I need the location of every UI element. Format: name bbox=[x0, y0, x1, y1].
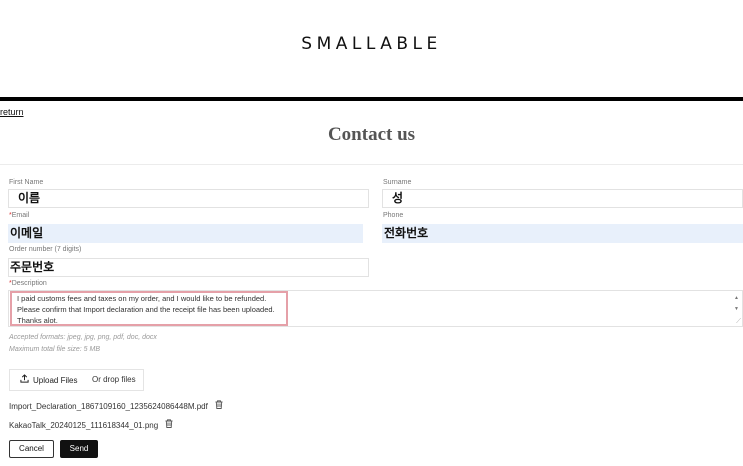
resize-handle-icon[interactable]: ⟋ bbox=[736, 318, 741, 326]
first-name-field[interactable]: 이름 bbox=[8, 189, 369, 208]
phone-field[interactable]: 전화번호 bbox=[382, 224, 743, 243]
description-text: I paid customs fees and taxes on my orde… bbox=[17, 294, 275, 325]
surname-field[interactable]: 성 bbox=[382, 189, 743, 208]
title-divider bbox=[0, 164, 743, 165]
upload-files-label: Upload Files bbox=[33, 376, 78, 385]
scroll-up-icon[interactable]: ▲ bbox=[734, 295, 739, 301]
email-label-text: Email bbox=[11, 212, 30, 219]
send-button[interactable]: Send bbox=[60, 440, 98, 458]
order-number-field[interactable]: 주문번호 bbox=[8, 258, 369, 277]
description-label: *Description bbox=[9, 280, 47, 287]
scroll-down-icon[interactable]: ▼ bbox=[734, 306, 739, 312]
return-link[interactable]: return bbox=[0, 107, 24, 117]
trash-icon[interactable] bbox=[165, 419, 173, 430]
description-label-text: Description bbox=[11, 280, 47, 287]
trash-icon[interactable] bbox=[215, 400, 223, 411]
upload-icon bbox=[20, 370, 29, 390]
page-title: Contact us bbox=[327, 124, 416, 145]
phone-label: Phone bbox=[383, 212, 404, 219]
brand-logo[interactable]: SMALLABLE bbox=[0, 34, 743, 54]
first-name-label: First Name bbox=[9, 179, 44, 186]
email-field[interactable]: 이메일 bbox=[8, 224, 363, 243]
file-name: KakaoTalk_20240125_111618344_01.png bbox=[9, 421, 159, 430]
order-number-label: Order number (7 digits) bbox=[9, 246, 82, 253]
uploaded-file-item: KakaoTalk_20240125_111618344_01.png bbox=[9, 419, 173, 430]
email-label: *Email bbox=[9, 212, 29, 219]
file-name: Import_Declaration_1867109160_1235624086… bbox=[9, 402, 208, 411]
max-size-hint: Maximum total file size: 5 MB bbox=[9, 346, 101, 353]
upload-files-button[interactable]: Upload Files bbox=[10, 370, 87, 390]
cancel-button[interactable]: Cancel bbox=[9, 440, 54, 458]
surname-label: Surname bbox=[383, 179, 412, 186]
header-divider bbox=[0, 97, 743, 101]
drop-files-label: Or drop files bbox=[92, 375, 136, 384]
description-textarea[interactable]: I paid customs fees and taxes on my orde… bbox=[8, 290, 743, 327]
upload-dropzone[interactable]: Upload Files Or drop files bbox=[9, 369, 144, 391]
accepted-formats-hint: Accepted formats: jpeg, jpg, png, pdf, d… bbox=[9, 334, 157, 341]
uploaded-file-item: Import_Declaration_1867109160_1235624086… bbox=[9, 400, 223, 411]
